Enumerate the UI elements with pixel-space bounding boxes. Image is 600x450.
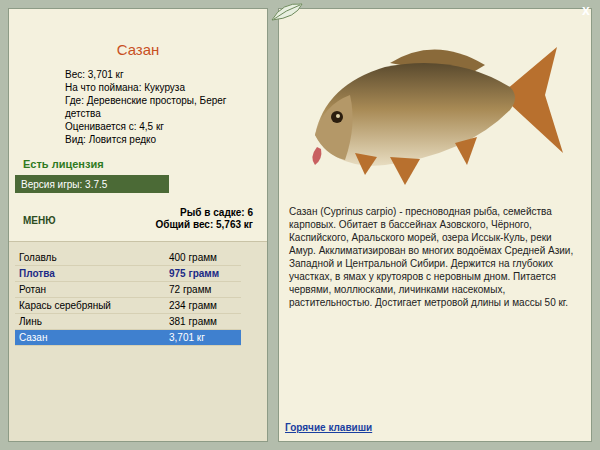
catch-row[interactable]: Голавль400 грамм (15, 250, 241, 266)
version-bar: Версия игры: 3.7.5 (15, 175, 169, 193)
catch-name: Ротан (19, 282, 169, 297)
catch-name: Плотва (19, 266, 169, 281)
keepnet-total: Общий вес: 5,763 кг (155, 219, 253, 231)
catch-name: Линь (19, 314, 169, 329)
catch-weight: 72 грамм (169, 282, 237, 297)
catch-row[interactable]: Плотва975 грамм (15, 266, 241, 282)
fish-description-panel: Сазан (Cyprinus carpio) - пресноводная р… (278, 8, 592, 442)
fish-description: Сазан (Cyprinus carpio) - пресноводная р… (279, 205, 591, 309)
catch-weight: 234 грамм (169, 298, 237, 313)
close-button[interactable]: x (578, 2, 594, 18)
catch-weight: 400 грамм (169, 250, 237, 265)
catch-row[interactable]: Ротан72 грамм (15, 282, 241, 298)
keepnet-count: Рыб в садке: 6 (155, 207, 253, 219)
fish-picture (295, 25, 575, 195)
catch-name: Голавль (19, 250, 169, 265)
catch-row[interactable]: Карась серебряный234 грамм (15, 298, 241, 314)
menu-button[interactable]: МЕНЮ (23, 213, 56, 228)
fish-title: Сазан (9, 9, 267, 62)
hotkeys-link[interactable]: Горячие клавиши (279, 420, 591, 441)
fish-details: Вес: 3,701 кгНа что поймана: КукурузаГде… (9, 68, 267, 146)
license-label: Есть лицензия (9, 156, 267, 173)
leaf-ornament-icon (268, 0, 308, 24)
fish-info-panel: Сазан Вес: 3,701 кгНа что поймана: Кукуру… (8, 8, 268, 442)
catch-row[interactable]: Сазан3,701 кг (15, 330, 241, 346)
fish-picture-area (279, 9, 591, 199)
keepnet-bar: МЕНЮ Рыб в садке: 6Общий вес: 5,763 кг (9, 193, 267, 241)
detail-line: Вид: Ловится редко (65, 133, 261, 146)
catch-row[interactable]: Линь381 грамм (15, 314, 241, 330)
catch-list: Голавль400 граммПлотва975 граммРотан72 г… (9, 241, 267, 441)
detail-line: На что поймана: Кукуруза (65, 81, 261, 94)
detail-line: Оценивается с: 4,5 кг (65, 120, 261, 133)
catch-name: Карась серебряный (19, 298, 169, 313)
catch-weight: 3,701 кг (169, 330, 237, 345)
catch-weight: 381 грамм (169, 314, 237, 329)
detail-line: Где: Деревенские просторы, Берег детства (65, 94, 261, 120)
fish-window: x Сазан Вес: 3,701 кгНа что поймана: Кукур… (0, 0, 600, 450)
detail-line: Вес: 3,701 кг (65, 68, 261, 81)
catch-name: Сазан (19, 330, 169, 345)
keepnet-summary: Рыб в садке: 6Общий вес: 5,763 кг (155, 207, 253, 231)
catch-weight: 975 грамм (169, 266, 237, 281)
